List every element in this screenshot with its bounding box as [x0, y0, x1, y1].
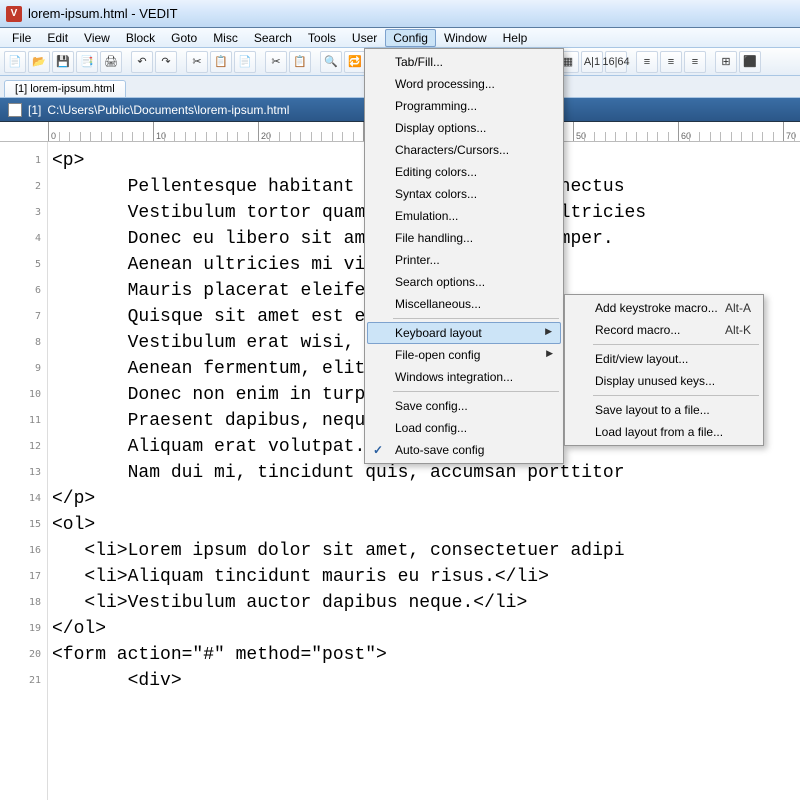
toolbar-button[interactable]: 🖨: [100, 51, 122, 73]
menu-item-syntax-colors[interactable]: Syntax colors...: [367, 183, 561, 205]
menu-item-search-options[interactable]: Search options...: [367, 271, 561, 293]
toolbar-button[interactable]: 📑: [76, 51, 98, 73]
menu-search[interactable]: Search: [246, 29, 300, 47]
menu-tools[interactable]: Tools: [300, 29, 344, 47]
shortcut-label: Alt-K: [725, 323, 751, 337]
toolbar-button[interactable]: ↶: [131, 51, 153, 73]
toolbar-button[interactable]: 📋: [210, 51, 232, 73]
menu-window[interactable]: Window: [436, 29, 495, 47]
menu-item-file-open-config[interactable]: File-open config▶: [367, 344, 561, 366]
toolbar-button[interactable]: A|1: [581, 51, 603, 73]
path-text: C:\Users\Public\Documents\lorem-ipsum.ht…: [47, 103, 289, 117]
line-number: 16: [0, 538, 47, 564]
menu-item-tab-fill[interactable]: Tab/Fill...: [367, 51, 561, 73]
check-icon: ✓: [373, 443, 383, 457]
config-menu-dropdown[interactable]: Tab/Fill...Word processing...Programming…: [364, 48, 564, 464]
line-number: 19: [0, 616, 47, 642]
keyboard-layout-submenu[interactable]: Add keystroke macro...Alt-ARecord macro.…: [564, 294, 764, 446]
shortcut-label: Alt-A: [725, 301, 751, 315]
line-number: 14: [0, 486, 47, 512]
line-number: 20: [0, 642, 47, 668]
line-number: 9: [0, 356, 47, 382]
line-number: 6: [0, 278, 47, 304]
toolbar-button[interactable]: ≡: [660, 51, 682, 73]
menu-item-editing-colors[interactable]: Editing colors...: [367, 161, 561, 183]
menu-help[interactable]: Help: [495, 29, 536, 47]
document-icon: [8, 103, 22, 117]
toolbar-button[interactable]: 📋: [289, 51, 311, 73]
toolbar-button[interactable]: ≡: [636, 51, 658, 73]
menu-item-windows-integration[interactable]: Windows integration...: [367, 366, 561, 388]
toolbar-button[interactable]: ⊞: [715, 51, 737, 73]
menu-file[interactable]: File: [4, 29, 39, 47]
line-number: 5: [0, 252, 47, 278]
menu-misc[interactable]: Misc: [205, 29, 246, 47]
toolbar-button[interactable]: ✂: [265, 51, 287, 73]
toolbar-button[interactable]: 📂: [28, 51, 50, 73]
line-number: 11: [0, 408, 47, 434]
path-prefix: [1]: [28, 103, 41, 117]
line-number: 3: [0, 200, 47, 226]
menu-item-auto-save-config[interactable]: ✓Auto-save config: [367, 439, 561, 461]
line-number: 8: [0, 330, 47, 356]
menu-item-characters-cursors[interactable]: Characters/Cursors...: [367, 139, 561, 161]
toolbar-button[interactable]: 📄: [234, 51, 256, 73]
menu-item-miscellaneous[interactable]: Miscellaneous...: [367, 293, 561, 315]
line-number: 21: [0, 668, 47, 694]
menubar: FileEditViewBlockGotoMiscSearchToolsUser…: [0, 28, 800, 48]
menu-view[interactable]: View: [76, 29, 118, 47]
gutter: 123456789101112131415161718192021: [0, 142, 48, 800]
app-icon: V: [6, 6, 22, 22]
menu-item-keyboard-layout[interactable]: Keyboard layout▶: [367, 322, 561, 344]
line-number: 1: [0, 148, 47, 174]
menu-item-printer[interactable]: Printer...: [367, 249, 561, 271]
menu-item-save-config[interactable]: Save config...: [367, 395, 561, 417]
line-number: 7: [0, 304, 47, 330]
toolbar-button[interactable]: ≡: [684, 51, 706, 73]
line-number: 4: [0, 226, 47, 252]
chevron-right-icon: ▶: [546, 348, 553, 359]
menu-item-edit-view-layout[interactable]: Edit/view layout...: [567, 348, 761, 370]
menu-item-emulation[interactable]: Emulation...: [367, 205, 561, 227]
line-number: 10: [0, 382, 47, 408]
toolbar-button[interactable]: ⬛: [739, 51, 761, 73]
toolbar-button[interactable]: 🔁: [344, 51, 366, 73]
menu-config[interactable]: Config: [385, 29, 436, 47]
toolbar-button[interactable]: 🔍: [320, 51, 342, 73]
titlebar: V lorem-ipsum.html - VEDIT: [0, 0, 800, 28]
toolbar-button[interactable]: ✂: [186, 51, 208, 73]
line-number: 12: [0, 434, 47, 460]
toolbar-button[interactable]: ↷: [155, 51, 177, 73]
line-number: 17: [0, 564, 47, 590]
ruler-tick: 0: [48, 122, 56, 141]
line-number: 15: [0, 512, 47, 538]
line-number: 13: [0, 460, 47, 486]
menu-item-display-options[interactable]: Display options...: [367, 117, 561, 139]
toolbar-button[interactable]: 📄: [4, 51, 26, 73]
toolbar-button[interactable]: 💾: [52, 51, 74, 73]
toolbar-button[interactable]: 16|64: [605, 51, 627, 73]
menu-item-record-macro[interactable]: Record macro...Alt-K: [567, 319, 761, 341]
line-number: 18: [0, 590, 47, 616]
line-number: 2: [0, 174, 47, 200]
menu-item-file-handling[interactable]: File handling...: [367, 227, 561, 249]
menu-edit[interactable]: Edit: [39, 29, 76, 47]
document-tab[interactable]: [1] lorem-ipsum.html: [4, 80, 126, 97]
window-title: lorem-ipsum.html - VEDIT: [28, 6, 178, 21]
menu-user[interactable]: User: [344, 29, 385, 47]
menu-block[interactable]: Block: [118, 29, 163, 47]
chevron-right-icon: ▶: [545, 326, 552, 337]
menu-item-add-keystroke-macro[interactable]: Add keystroke macro...Alt-A: [567, 297, 761, 319]
menu-item-display-unused-keys[interactable]: Display unused keys...: [567, 370, 761, 392]
menu-item-load-layout-from-a-file[interactable]: Load layout from a file...: [567, 421, 761, 443]
menu-item-programming[interactable]: Programming...: [367, 95, 561, 117]
menu-goto[interactable]: Goto: [163, 29, 205, 47]
menu-item-load-config[interactable]: Load config...: [367, 417, 561, 439]
menu-item-word-processing[interactable]: Word processing...: [367, 73, 561, 95]
menu-item-save-layout-to-a-file[interactable]: Save layout to a file...: [567, 399, 761, 421]
